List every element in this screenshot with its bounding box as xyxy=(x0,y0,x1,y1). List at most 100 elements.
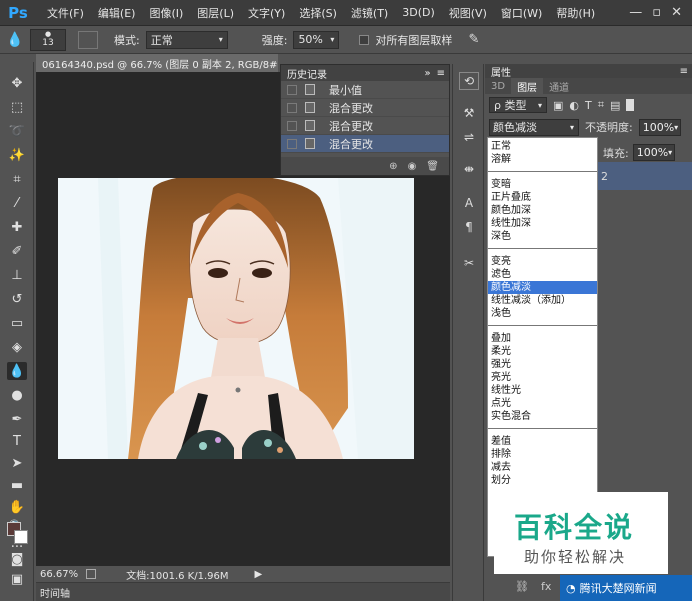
strength-input[interactable]: 50% ▾ xyxy=(293,30,340,49)
menu-select[interactable]: 选择(S) xyxy=(292,5,344,21)
panel-menu-icon[interactable]: ≡ xyxy=(437,68,445,79)
lasso-tool-icon[interactable]: ➰ xyxy=(7,122,27,140)
opacity-input[interactable]: 100% ▾ xyxy=(638,118,681,136)
path-select-icon[interactable]: ➤ xyxy=(7,454,27,472)
blend-option[interactable]: 线性减淡（添加） xyxy=(488,294,597,307)
type-tool-icon[interactable]: T xyxy=(7,432,27,450)
eraser-icon[interactable]: ▭ xyxy=(7,314,27,332)
filter-toggle-icon[interactable] xyxy=(626,99,635,111)
eyedropper-icon[interactable]: ⁄ xyxy=(7,194,27,212)
blend-option[interactable]: 划分 xyxy=(488,474,597,487)
snapshot-checkbox[interactable] xyxy=(287,102,297,113)
history-item[interactable]: 最小值 xyxy=(281,81,449,99)
link-layers-icon[interactable]: ⛓ xyxy=(515,580,529,593)
blend-option[interactable]: 强光 xyxy=(488,358,597,371)
brush-size-picker[interactable]: ● 13 xyxy=(30,28,66,51)
pen-tool-icon[interactable]: ✒ xyxy=(7,410,27,428)
background-color-swatch[interactable] xyxy=(14,530,28,544)
filter-type-select[interactable]: ρ 类型 ▾ xyxy=(489,97,547,113)
status-menu-icon[interactable] xyxy=(86,569,97,579)
snapshot-checkbox[interactable] xyxy=(287,138,297,149)
new-document-from-state-icon[interactable]: ⊕ xyxy=(389,161,397,172)
clone-stamp-icon[interactable]: ⊥ xyxy=(7,266,27,284)
document-tab[interactable]: 06164340.psd @ 66.7% (图层 0 副本 2, RGB/8#)… xyxy=(36,54,278,72)
blend-option[interactable]: 亮光 xyxy=(488,371,597,384)
menu-layer[interactable]: 图层(L) xyxy=(190,5,241,21)
restore-button[interactable]: ▫ xyxy=(652,5,661,20)
snapshot-checkbox[interactable] xyxy=(287,120,297,131)
blur-tool-icon[interactable]: 💧 xyxy=(7,362,27,380)
blend-option-selected[interactable]: 颜色减淡 xyxy=(488,281,597,294)
character-icon[interactable]: A xyxy=(459,194,479,212)
blend-option[interactable]: 滤色 xyxy=(488,268,597,281)
dodge-tool-icon[interactable]: ● xyxy=(7,386,27,404)
trash-icon[interactable]: 🗑 xyxy=(426,161,439,172)
properties-title[interactable]: 属性 xyxy=(491,64,511,79)
move-tool-icon[interactable]: ✥ xyxy=(7,74,27,92)
healing-brush-icon[interactable]: ✚ xyxy=(7,218,27,236)
blend-option[interactable]: 变暗 xyxy=(488,178,597,191)
smart-filter-icon[interactable]: ▤ xyxy=(610,99,620,112)
paragraph-icon[interactable]: ¶ xyxy=(459,218,479,236)
blend-option[interactable]: 正片叠底 xyxy=(488,191,597,204)
mode-select[interactable]: 正常 ▾ xyxy=(145,30,228,49)
close-button[interactable]: ✕ xyxy=(671,5,682,20)
blend-option[interactable]: 差值 xyxy=(488,435,597,448)
blend-option[interactable]: 排除 xyxy=(488,448,597,461)
blend-option[interactable]: 颜色加深 xyxy=(488,204,597,217)
blend-option[interactable]: 溶解 xyxy=(488,153,597,166)
hand-tool-icon[interactable]: ✋ xyxy=(7,498,27,516)
blend-option[interactable]: 点光 xyxy=(488,397,597,410)
timeline-tab[interactable]: 时间轴 xyxy=(36,582,450,601)
fx-icon[interactable]: fx xyxy=(541,580,551,593)
blend-option[interactable]: 实色混合 xyxy=(488,410,597,423)
minimize-button[interactable]: — xyxy=(629,5,642,20)
brush-tool-icon[interactable]: ✐ xyxy=(7,242,27,260)
play-icon[interactable]: ▶ xyxy=(255,569,263,580)
text-filter-icon[interactable]: T xyxy=(585,99,592,112)
history-item-selected[interactable]: 混合更改 xyxy=(281,135,449,153)
blend-option[interactable]: 柔光 xyxy=(488,345,597,358)
blend-option[interactable]: 线性加深 xyxy=(488,217,597,230)
menu-edit[interactable]: 编辑(E) xyxy=(91,5,143,21)
blend-option[interactable]: 正常 xyxy=(488,140,597,153)
blend-option[interactable]: 线性光 xyxy=(488,384,597,397)
menu-view[interactable]: 视图(V) xyxy=(442,5,494,21)
history-panel-icon[interactable]: ⟲ xyxy=(459,72,479,90)
blend-option[interactable]: 浅色 xyxy=(488,307,597,320)
water-drop-icon[interactable]: 💧 xyxy=(6,32,24,48)
properties-icon[interactable]: ⇼ xyxy=(459,160,479,178)
menu-help[interactable]: 帮助(H) xyxy=(549,5,602,21)
canvas-image[interactable] xyxy=(58,178,414,459)
menu-type[interactable]: 文字(Y) xyxy=(241,5,292,21)
screen-mode-icon[interactable]: ▣ xyxy=(7,570,27,588)
tab-layers[interactable]: 图层 xyxy=(511,78,544,94)
menu-filter[interactable]: 滤镜(T) xyxy=(344,5,395,21)
blend-mode-select[interactable]: 颜色减淡 ▾ xyxy=(489,118,579,136)
history-item[interactable]: 混合更改 xyxy=(281,117,449,135)
image-filter-icon[interactable]: ▣ xyxy=(553,99,563,112)
history-item[interactable]: 混合更改 xyxy=(281,99,449,117)
tab-3d[interactable]: 3D xyxy=(485,81,511,92)
sample-all-checkbox[interactable] xyxy=(359,34,370,45)
panel-collapse-icon[interactable]: » xyxy=(424,68,430,79)
brush-panel-icon[interactable] xyxy=(78,30,98,49)
marquee-tool-icon[interactable]: ⬚ xyxy=(7,98,27,116)
menu-image[interactable]: 图像(I) xyxy=(142,5,190,21)
tab-channels[interactable]: 通道 xyxy=(543,79,575,94)
camera-icon[interactable]: ◉ xyxy=(408,161,417,172)
shape-filter-icon[interactable]: ⌗ xyxy=(598,98,604,112)
blend-option[interactable]: 减去 xyxy=(488,461,597,474)
tools-icon[interactable]: ✂ xyxy=(459,254,479,272)
quick-mask-icon[interactable]: ◙ xyxy=(7,550,27,568)
rectangle-tool-icon[interactable]: ▬ xyxy=(7,476,27,494)
adjustments-icon[interactable]: ⇌ xyxy=(459,128,479,146)
menu-window[interactable]: 窗口(W) xyxy=(494,5,549,21)
layer-row-selected[interactable]: 2 xyxy=(597,162,692,190)
menu-3d[interactable]: 3D(D) xyxy=(395,6,442,19)
zoom-level[interactable]: 66.67% xyxy=(40,569,78,580)
blend-option[interactable]: 深色 xyxy=(488,230,597,243)
magic-wand-icon[interactable]: ✨ xyxy=(7,146,27,164)
tool-presets-icon[interactable]: ⚒ xyxy=(459,104,479,122)
blend-option[interactable]: 变亮 xyxy=(488,255,597,268)
